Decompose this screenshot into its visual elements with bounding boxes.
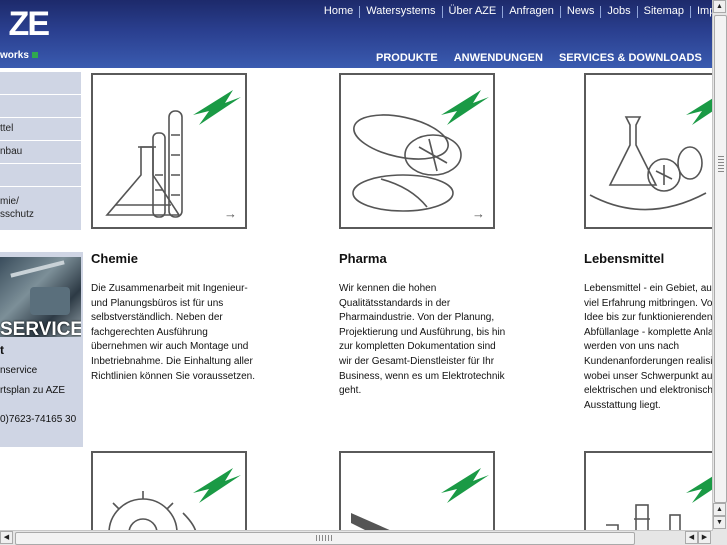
topnav-home[interactable]: Home [324, 5, 353, 18]
card-text-chemie: Die Zusammenarbeit mit Ingenieur- und Pl… [91, 283, 255, 382]
nav-services-downloads[interactable]: SERVICES & DOWNLOADS [559, 52, 702, 64]
scroll-right-button[interactable]: ▶ [698, 531, 711, 544]
topnav-watersystems[interactable]: Watersystems [366, 5, 435, 18]
divider [441, 6, 443, 18]
tagline-text: works [0, 50, 29, 61]
service-link[interactable]: rtsplan zu AZE [0, 385, 65, 396]
logo-text: ZE [8, 8, 50, 43]
card-text-pharma: Wir kennen die hohen Qualitätsstandards … [339, 283, 506, 397]
sidebar-item[interactable] [0, 95, 81, 118]
scroll-left-button[interactable]: ◀ [0, 531, 13, 544]
scroll-up-button-lower[interactable]: ▲ [713, 503, 726, 516]
pills-icon [352, 90, 489, 212]
scroll-down-button[interactable]: ▼ [713, 516, 726, 529]
card-image-row2-3[interactable] [584, 451, 727, 543]
fruit-flask-icon [589, 90, 727, 211]
photo-detail [10, 260, 65, 278]
divider [690, 6, 691, 18]
sidebar-item[interactable] [0, 72, 81, 95]
card-title-lebensmittel[interactable]: Lebensmittel [584, 251, 664, 266]
sidebar-item[interactable] [0, 164, 81, 187]
sidebar-menu: ttel nbau mie/ sschutz [0, 72, 81, 231]
topnav-jobs[interactable]: Jobs [607, 5, 630, 18]
sidebar-item[interactable]: ttel [0, 118, 81, 141]
service-box: SERVICE t nservice rtsplan zu AZE 0)7623… [0, 252, 83, 447]
card-image-row2-2[interactable] [339, 451, 495, 543]
scroll-up-button[interactable]: ▲ [713, 0, 726, 13]
card-title-chemie[interactable]: Chemie [91, 251, 138, 266]
lebensmittel-image[interactable] [584, 73, 727, 229]
card-text-lebensmittel: Lebensmittel - ein Gebiet, auf viel Erfa… [584, 283, 720, 411]
sidebar-item[interactable]: mie/ sschutz [0, 187, 81, 231]
service-link[interactable]: nservice [0, 365, 37, 376]
pharma-image[interactable]: → [339, 73, 495, 229]
card-image-row2-1[interactable] [91, 451, 247, 543]
topnav-sitemap[interactable]: Sitemap [644, 5, 684, 18]
divider [359, 6, 361, 18]
chemie-image[interactable]: → [91, 73, 247, 229]
divider [636, 6, 638, 18]
service-phone: 0)7623-74165 30 [0, 414, 77, 425]
horizontal-scrollbar[interactable]: ◀ ◀ ▶ [0, 530, 713, 545]
nav-anwendungen[interactable]: ANWENDUNGEN [454, 52, 543, 64]
logo-tagline: works [0, 50, 38, 61]
arrow-right-icon[interactable]: → [224, 206, 237, 221]
arrow-right-icon[interactable]: → [472, 206, 485, 221]
horizontal-scroll-thumb[interactable] [15, 532, 635, 545]
service-title: t [0, 343, 4, 357]
divider [600, 6, 602, 18]
grip-icon [316, 535, 332, 541]
vertical-scroll-thumb[interactable] [714, 15, 727, 503]
card-title-pharma[interactable]: Pharma [339, 251, 387, 266]
main-navigation: PRODUKTE ANWENDUNGEN SERVICES & DOWNLOAD… [376, 52, 702, 64]
divider [502, 6, 504, 18]
service-photo-label: SERVICE [0, 319, 81, 337]
topnav-news[interactable]: News [567, 5, 595, 18]
green-square-icon [31, 52, 38, 58]
service-photo[interactable]: SERVICE [0, 257, 81, 337]
topnav-anfragen[interactable]: Anfragen [509, 5, 554, 18]
logo[interactable]: ZE [0, 8, 50, 48]
scrollbar-corner [713, 531, 727, 545]
divider [559, 6, 561, 18]
nav-produkte[interactable]: PRODUKTE [376, 52, 438, 64]
lab-flasks-icon [105, 90, 241, 218]
top-navigation: Home Watersystems Über AZE Anfragen News… [324, 5, 727, 18]
sidebar-item[interactable]: nbau [0, 141, 81, 164]
site-header: ZE works Home Watersystems Über AZE Anfr… [0, 0, 727, 68]
topnav-ueber-aze[interactable]: Über AZE [449, 5, 497, 18]
scroll-left-button-right[interactable]: ◀ [685, 531, 698, 544]
grip-icon [718, 156, 724, 172]
vertical-scrollbar[interactable]: ▲ ▲ ▼ [712, 0, 727, 531]
photo-detail [30, 287, 70, 315]
